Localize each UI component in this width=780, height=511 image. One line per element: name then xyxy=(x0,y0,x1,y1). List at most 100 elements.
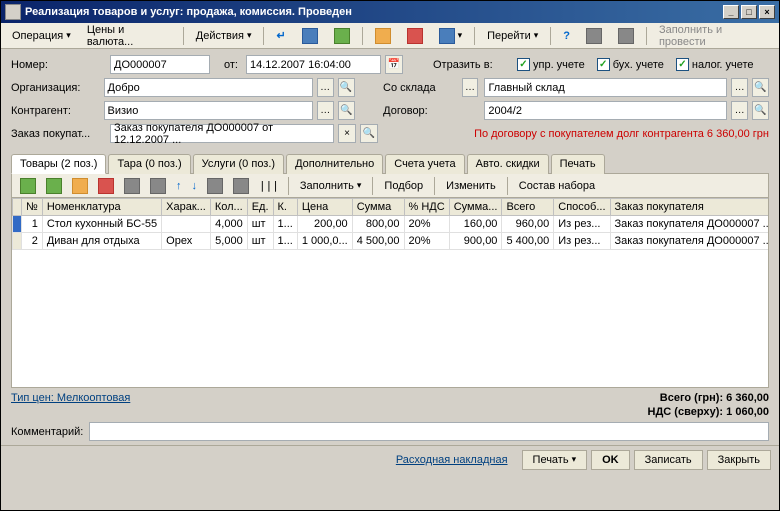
comment-input[interactable] xyxy=(89,422,769,441)
grid-toolbar: ↑ ↓ ||| Заполнить Подбор Изменить Состав… xyxy=(11,174,769,198)
date-input[interactable]: 14.12.2007 16:04:00 xyxy=(246,55,381,74)
selection-button[interactable]: Подбор xyxy=(378,176,429,196)
list-icon[interactable] xyxy=(579,26,609,46)
col-k[interactable]: К. xyxy=(273,199,297,216)
move-up-icon[interactable]: ↑ xyxy=(172,176,186,196)
contract-input[interactable]: 2004/2 xyxy=(484,101,727,120)
operation-menu[interactable]: Операция xyxy=(5,26,78,46)
icon-btn-2[interactable] xyxy=(327,26,357,46)
col-sum[interactable]: Сумма xyxy=(352,199,404,216)
table-row[interactable]: 1Стол кухонный БС-554,000шт1...200,00800… xyxy=(13,216,770,233)
fill-button[interactable]: Заполнить xyxy=(294,176,368,196)
date-label: от: xyxy=(214,59,242,71)
tabs: Товары (2 поз.) Тара (0 поз.) Услуги (0 … xyxy=(11,153,769,174)
move-down-icon[interactable]: ↓ xyxy=(188,176,202,196)
number-input[interactable]: ДО000007 xyxy=(110,55,210,74)
vat-label: НДС (сверху): xyxy=(648,406,724,418)
goto-menu[interactable]: Перейти xyxy=(480,26,545,46)
post-button[interactable]: ↵ xyxy=(269,26,292,46)
delete-row-icon[interactable] xyxy=(94,176,118,196)
grid-icon-7[interactable] xyxy=(203,176,227,196)
warehouse-select[interactable]: 🔍 xyxy=(752,78,769,97)
goods-grid[interactable]: №НоменклатураХарак...Кол...Ед.К.ЦенаСумм… xyxy=(11,198,769,388)
contract-dots[interactable]: … xyxy=(731,101,748,120)
col-total[interactable]: Всего xyxy=(502,199,554,216)
contr-select[interactable]: 🔍 xyxy=(338,101,355,120)
save-button[interactable]: Записать xyxy=(634,450,703,470)
help-icon[interactable]: ? xyxy=(556,26,577,46)
comment-label: Комментарий: xyxy=(11,426,83,438)
upr-checkbox[interactable]: упр. учете xyxy=(517,58,585,71)
col-order[interactable]: Заказ покупателя xyxy=(610,199,769,216)
edit-row-icon[interactable] xyxy=(68,176,92,196)
tab-tara[interactable]: Тара (0 поз.) xyxy=(108,154,190,174)
number-label: Номер: xyxy=(11,59,106,71)
order-input[interactable]: Заказ покупателя ДО000007 от 12.12.2007 … xyxy=(110,124,334,143)
order-label: Заказ покупат... xyxy=(11,128,106,140)
icon-btn-4[interactable] xyxy=(400,26,430,46)
app-icon xyxy=(5,4,21,20)
buh-label: бух. учете xyxy=(613,59,664,71)
tab-accounts[interactable]: Счета учета xyxy=(385,154,464,174)
composition-button[interactable]: Состав набора xyxy=(513,176,601,196)
edit-button[interactable]: Изменить xyxy=(440,176,502,196)
actions-menu[interactable]: Действия xyxy=(189,26,259,46)
struct-icon[interactable] xyxy=(611,26,641,46)
prices-button[interactable]: Цены и валюта... xyxy=(80,26,178,46)
close-button[interactable]: × xyxy=(759,5,775,19)
org-label: Организация: xyxy=(11,82,100,94)
fill-post-button[interactable]: Заполнить и провести xyxy=(652,26,775,46)
col-vatsum[interactable]: Сумма... xyxy=(449,199,502,216)
price-type-link[interactable]: Тип цен: Мелкооптовая xyxy=(11,392,130,404)
tab-auto[interactable]: Авто. скидки xyxy=(467,154,549,174)
org-dots[interactable]: … xyxy=(317,78,334,97)
contr-dots[interactable]: … xyxy=(317,101,334,120)
warehouse-dots[interactable]: … xyxy=(731,78,748,97)
tab-print[interactable]: Печать xyxy=(551,154,605,174)
ok-button[interactable]: OK xyxy=(591,450,630,470)
contr-input[interactable]: Визио xyxy=(104,101,313,120)
close-form-button[interactable]: Закрыть xyxy=(707,450,771,470)
col-n[interactable]: № xyxy=(22,199,43,216)
tab-goods[interactable]: Товары (2 поз.) xyxy=(11,154,106,174)
tab-additional[interactable]: Дополнительно xyxy=(286,154,383,174)
minimize-button[interactable]: _ xyxy=(723,5,739,19)
col-char[interactable]: Харак... xyxy=(162,199,211,216)
icon-btn-1[interactable] xyxy=(295,26,325,46)
copy-row-icon[interactable] xyxy=(42,176,66,196)
icon-btn-3[interactable] xyxy=(368,26,398,46)
barcode-icon[interactable]: ||| xyxy=(255,176,283,196)
col-method[interactable]: Способ... xyxy=(554,199,610,216)
calendar-icon[interactable]: 📅 xyxy=(385,55,403,74)
order-select[interactable]: 🔍 xyxy=(360,124,378,143)
total-value: 6 360,00 xyxy=(726,392,769,404)
col-qty[interactable]: Кол... xyxy=(210,199,247,216)
grid-icon-6[interactable] xyxy=(146,176,170,196)
col-unit[interactable]: Ед. xyxy=(247,199,273,216)
table-row[interactable]: 2Диван для отдыхаОрех5,000шт1...1 000,0.… xyxy=(13,233,770,250)
grid-icon-5[interactable] xyxy=(120,176,144,196)
vat-value: 1 060,00 xyxy=(726,406,769,418)
warehouse-input[interactable]: Главный склад xyxy=(484,78,727,97)
nal-checkbox[interactable]: налог. учете xyxy=(676,58,754,71)
tab-services[interactable]: Услуги (0 поз.) xyxy=(193,154,284,174)
org-select[interactable]: 🔍 xyxy=(338,78,355,97)
grid-icon-8[interactable] xyxy=(229,176,253,196)
order-clear[interactable]: × xyxy=(338,124,356,143)
window-title: Реализация товаров и услуг: продажа, ком… xyxy=(25,6,723,18)
print-button[interactable]: Печать xyxy=(522,450,588,470)
icon-btn-5[interactable] xyxy=(432,26,470,46)
warehouse-type[interactable]: … xyxy=(462,78,479,97)
title-bar: Реализация товаров и услуг: продажа, ком… xyxy=(1,1,779,23)
buh-checkbox[interactable]: бух. учете xyxy=(597,58,664,71)
maximize-button[interactable]: □ xyxy=(741,5,757,19)
col-nom[interactable]: Номенклатура xyxy=(42,199,161,216)
col-price[interactable]: Цена xyxy=(297,199,352,216)
col-vat[interactable]: % НДС xyxy=(404,199,449,216)
add-row-icon[interactable] xyxy=(16,176,40,196)
contract-select[interactable]: 🔍 xyxy=(752,101,769,120)
org-input[interactable]: Добро xyxy=(104,78,313,97)
total-label: Всего (грн): xyxy=(660,392,723,404)
invoice-link[interactable]: Расходная накладная xyxy=(386,451,518,469)
contract-label: Договор: xyxy=(383,105,458,117)
